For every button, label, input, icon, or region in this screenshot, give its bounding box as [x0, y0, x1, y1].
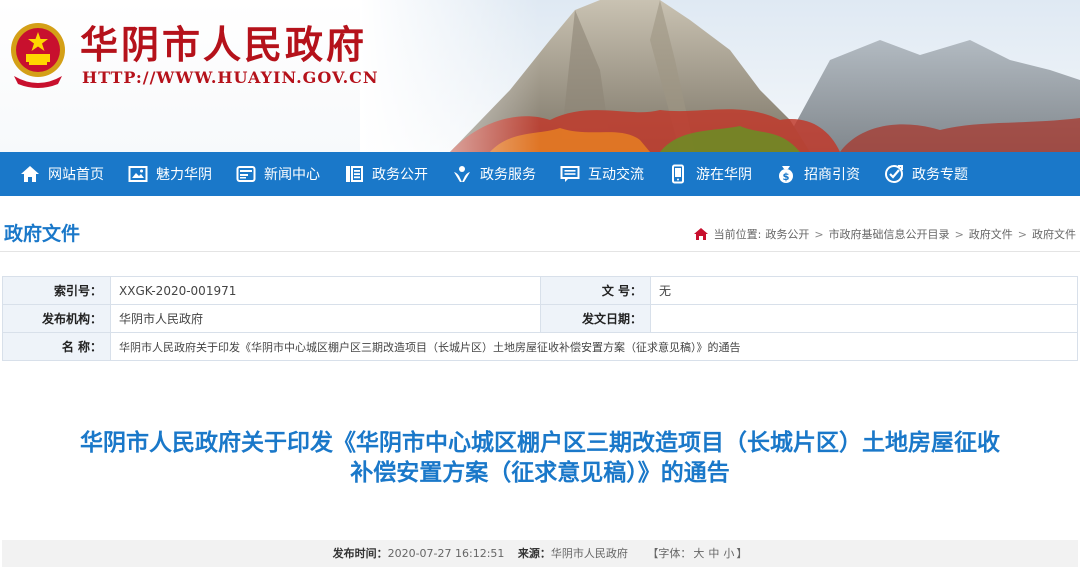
nav-item-topic[interactable]: 政务专题 — [884, 152, 968, 196]
publish-time-label: 发布时间： — [332, 547, 388, 560]
nav-item-news[interactable]: 新闻中心 — [236, 152, 320, 196]
section-title: 政府文件 — [4, 223, 81, 245]
main-nav: 网站首页 魅力华阴 新闻中心 政务公开 政务服务 互动交流 游在华阴 $ 招商引… — [0, 152, 1080, 196]
docno-value: 无 — [650, 276, 1078, 305]
publish-meta-bar: 发布时间：2020-07-27 16:12:51 来源：华阴市人民政府 【字体：… — [2, 540, 1078, 567]
publisher-label: 发布机构： — [2, 304, 111, 333]
table-row: 索引号： XXGK-2020-001971 文 号： 无 — [2, 276, 1078, 305]
table-row: 发布机构： 华阴市人民政府 发文日期： — [2, 304, 1078, 333]
breadcrumb: 当前位置: 政务公开 > 市政府基础信息公开目录 > 政府文件 > 政府文件 — [693, 226, 1076, 242]
publish-time-value: 2020-07-27 16:12:51 — [387, 547, 505, 560]
nav-item-tour[interactable]: 游在华阴 — [668, 152, 752, 196]
money-icon: $ — [779, 166, 793, 183]
list-icon — [346, 166, 363, 182]
nav-item-label: 政务服务 — [480, 167, 536, 183]
header-banner: 华阴市人民政府 HTTP://WWW.HUAYIN.GOV.CN — [0, 0, 1080, 152]
font-medium-button[interactable]: 中 — [708, 547, 719, 560]
nav-item-label: 魅力华阴 — [156, 167, 212, 183]
service-icon — [454, 166, 470, 182]
nav-item-label: 政务公开 — [372, 167, 428, 183]
nav-item-label: 招商引资 — [804, 167, 860, 183]
table-row: 名 称： 华阴市人民政府关于印发《华阴市中心城区棚户区三期改造项目（长城片区）土… — [2, 332, 1078, 361]
nav-item-label: 政务专题 — [912, 167, 968, 183]
breadcrumb-separator: > — [1017, 227, 1027, 241]
nav-item-gov-service[interactable]: 政务服务 — [452, 152, 536, 196]
date-value — [650, 304, 1078, 333]
nav-item-gov-open[interactable]: 政务公开 — [344, 152, 428, 196]
breadcrumb-link-catalog[interactable]: 市政府基础信息公开目录 — [829, 226, 950, 242]
breadcrumb-link-gov-docs[interactable]: 政府文件 — [969, 226, 1013, 242]
font-small-button[interactable]: 小 — [723, 547, 734, 560]
breadcrumb-link-gov-docs-current[interactable]: 政府文件 — [1032, 226, 1076, 242]
breadcrumb-prefix: 当前位置: — [713, 228, 762, 241]
document-info-table: 索引号： XXGK-2020-001971 文 号： 无 发布机构： 华阴市人民… — [2, 276, 1078, 361]
nav-item-label: 新闻中心 — [264, 167, 320, 183]
publisher-value: 华阴市人民政府 — [110, 304, 541, 333]
document-title: 华阴市人民政府关于印发《华阴市中心城区棚户区三期改造项目（长城片区）土地房屋征收… — [0, 428, 1080, 488]
nav-item-label: 网站首页 — [48, 167, 104, 183]
breadcrumb-link-gov-open[interactable]: 政务公开 — [765, 226, 809, 242]
font-size-switcher: 【字体：大中小】 — [647, 547, 748, 560]
mountain-scenery-image — [360, 0, 1080, 152]
source-value: 华阴市人民政府 — [550, 547, 628, 560]
nav-item-label: 互动交流 — [588, 167, 644, 183]
picture-icon — [128, 166, 148, 182]
site-title: 华阴市人民政府 — [80, 22, 368, 67]
source-label: 来源： — [517, 547, 551, 560]
name-label: 名 称： — [2, 332, 111, 361]
site-url: HTTP://WWW.HUAYIN.GOV.CN — [82, 68, 379, 87]
nav-item-interact[interactable]: 互动交流 — [560, 152, 644, 196]
phone-icon — [672, 164, 684, 184]
nav-item-label: 游在华阴 — [696, 167, 752, 183]
home-icon — [693, 228, 708, 240]
topic-icon — [885, 165, 903, 183]
chat-icon — [560, 166, 580, 182]
document-title-line-1: 华阴市人民政府关于印发《华阴市中心城区棚户区三期改造项目（长城片区）土地房屋征收 — [80, 430, 1000, 456]
font-large-button[interactable]: 大 — [693, 547, 704, 560]
news-icon — [236, 166, 256, 182]
section-header: 政府文件 当前位置: 政务公开 > 市政府基础信息公开目录 > 政府文件 > 政… — [0, 212, 1080, 252]
national-emblem-icon — [11, 23, 65, 88]
nav-item-charm[interactable]: 魅力华阴 — [128, 152, 212, 196]
svg-text:$: $ — [783, 172, 790, 183]
breadcrumb-separator: > — [954, 227, 964, 241]
name-value: 华阴市人民政府关于印发《华阴市中心城区棚户区三期改造项目（长城片区）土地房屋征收… — [110, 332, 1078, 361]
nav-item-invest[interactable]: $ 招商引资 — [776, 152, 860, 196]
home-icon — [21, 166, 39, 182]
date-label: 发文日期： — [540, 304, 651, 333]
nav-item-home[interactable]: 网站首页 — [20, 152, 104, 196]
breadcrumb-separator: > — [814, 227, 824, 241]
document-title-line-2: 补偿安置方案（征求意见稿）》的通告 — [350, 460, 730, 486]
index-label: 索引号： — [2, 276, 111, 305]
index-value: XXGK-2020-001971 — [110, 276, 541, 305]
docno-label: 文 号： — [540, 276, 651, 305]
